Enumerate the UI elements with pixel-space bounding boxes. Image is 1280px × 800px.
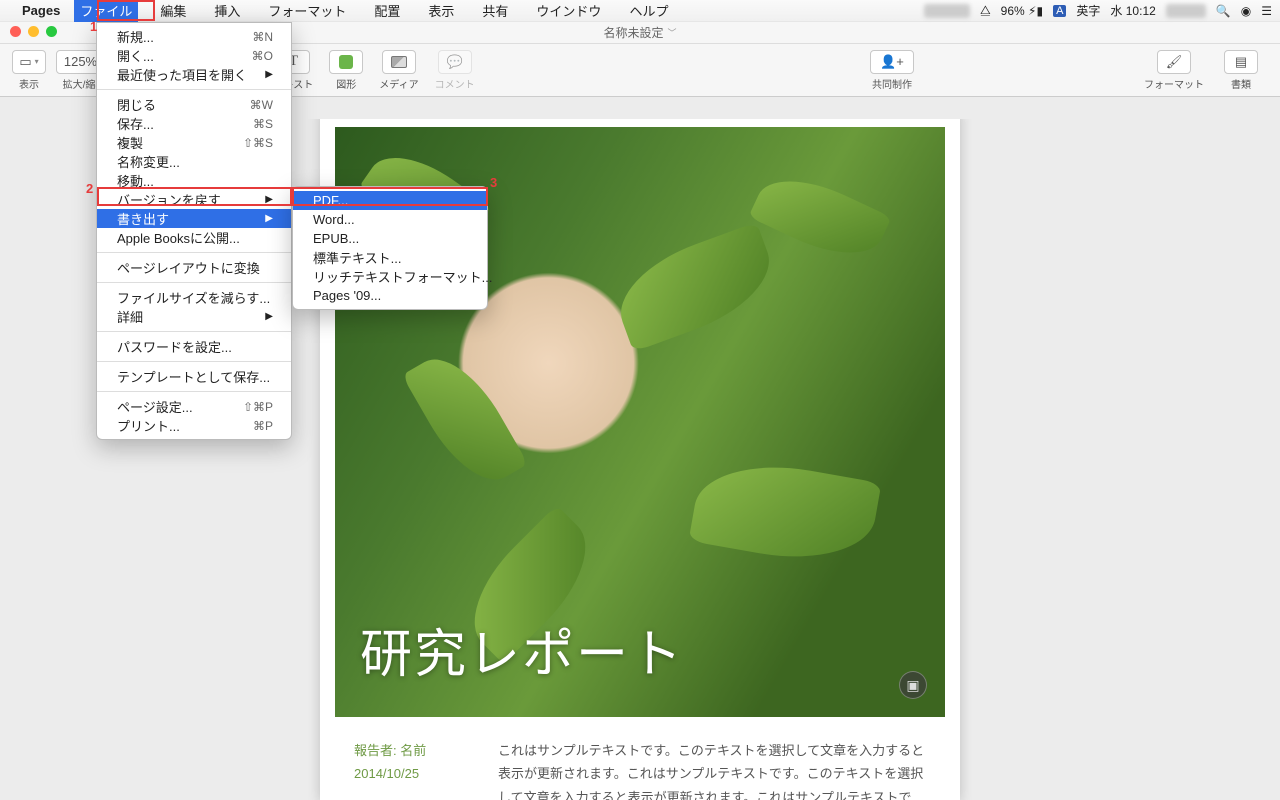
toolbar-media[interactable]: メディア — [379, 50, 418, 91]
menu-edit[interactable]: 編集 — [154, 0, 192, 22]
view-icon: ▭ — [19, 54, 31, 70]
submenu-item-pdf[interactable]: PDF... — [293, 191, 487, 210]
menu-item-publish[interactable]: Apple Booksに公開... — [97, 228, 291, 247]
toolbar-comment: 💬コメント — [435, 50, 475, 91]
menu-item-move[interactable]: 移動... — [97, 171, 291, 190]
menu-item-revert[interactable]: バージョンを戻す▶ — [97, 190, 291, 209]
image-placeholder-icon[interactable]: ▣ — [899, 671, 927, 699]
body-text[interactable]: これはサンプルテキストです。このテキストを選択して文章を入力すると表示が更新され… — [498, 739, 926, 800]
menu-format[interactable]: フォーマット — [262, 0, 352, 22]
export-submenu: PDF... Word... EPUB... 標準テキスト... リッチテキスト… — [292, 186, 488, 310]
menu-item-recent[interactable]: 最近使った項目を開く▶ — [97, 65, 291, 84]
wifi-icon[interactable]: ⧋ — [980, 3, 991, 18]
menu-item-password[interactable]: パスワードを設定... — [97, 337, 291, 356]
menu-item-pagesetup[interactable]: ページ設定...⇧⌘P — [97, 397, 291, 416]
submenu-item-word[interactable]: Word... — [293, 210, 487, 229]
toolbar-format[interactable]: 🖌フォーマット — [1144, 50, 1204, 91]
close-window-button[interactable] — [10, 26, 21, 37]
toolbar-shape[interactable]: 図形 — [329, 50, 363, 91]
menu-help[interactable]: ヘルプ — [623, 0, 674, 22]
menu-share[interactable]: 共有 — [476, 0, 514, 22]
submenu-item-plain[interactable]: 標準テキスト... — [293, 248, 487, 267]
menu-item-close[interactable]: 閉じる⌘W — [97, 95, 291, 114]
menu-arrange[interactable]: 配置 — [368, 0, 406, 22]
battery-status: 96% ⚡︎▮ — [1001, 4, 1043, 18]
menu-item-print[interactable]: プリント...⌘P — [97, 416, 291, 435]
document-date[interactable]: 2014/10/25 — [354, 762, 454, 785]
toolbar-collaborate[interactable]: 👤+共同制作 — [870, 50, 914, 91]
menu-item-open[interactable]: 開く...⌘O — [97, 46, 291, 65]
hero-title[interactable]: 研究レポート — [360, 612, 684, 687]
menu-insert[interactable]: 挿入 — [208, 0, 246, 22]
menu-item-advanced[interactable]: 詳細▶ — [97, 307, 291, 326]
minimize-window-button[interactable] — [28, 26, 39, 37]
annotation-number-1: 1 — [90, 19, 97, 34]
spotlight-icon[interactable]: 🔍 — [1216, 4, 1231, 18]
submenu-item-pages09[interactable]: Pages '09... — [293, 286, 487, 305]
status-blurred — [924, 4, 970, 18]
menu-window[interactable]: ウインドウ — [530, 0, 607, 22]
media-icon — [391, 56, 407, 68]
window-title[interactable]: 名称未設定 — [603, 24, 663, 41]
menu-item-save[interactable]: 保存...⌘S — [97, 114, 291, 133]
menu-item-new[interactable]: 新規...⌘N — [97, 27, 291, 46]
ime-badge[interactable]: A — [1053, 5, 1066, 17]
author-label[interactable]: 報告者: 名前 — [354, 739, 454, 762]
title-chevron-icon[interactable]: ﹀ — [668, 26, 677, 39]
clock[interactable]: 水 10:12 — [1110, 2, 1155, 19]
menu-item-duplicate[interactable]: 複製⇧⌘S — [97, 133, 291, 152]
menu-item-savetemplate[interactable]: テンプレートとして保存... — [97, 367, 291, 386]
menu-file[interactable]: ファイル — [74, 0, 138, 22]
annotation-number-3: 3 — [490, 175, 497, 190]
ime-label: 英字 — [1076, 2, 1100, 19]
annotation-number-2: 2 — [86, 181, 93, 196]
shape-icon — [339, 55, 353, 69]
menu-item-pagelayout[interactable]: ページレイアウトに変換 — [97, 258, 291, 277]
app-name[interactable]: Pages — [22, 3, 60, 18]
zoom-window-button[interactable] — [46, 26, 57, 37]
toolbar-view[interactable]: ▭▾ 表示 — [12, 50, 46, 91]
menu-item-reduce[interactable]: ファイルサイズを減らす... — [97, 288, 291, 307]
submenu-item-epub[interactable]: EPUB... — [293, 229, 487, 248]
menu-view[interactable]: 表示 — [422, 0, 460, 22]
status-blurred-2 — [1166, 4, 1206, 18]
toolbar-document[interactable]: ▤書類 — [1224, 50, 1258, 91]
menu-item-rename[interactable]: 名称変更... — [97, 152, 291, 171]
macos-menubar: Pages ファイル 編集 挿入 フォーマット 配置 表示 共有 ウインドウ ヘ… — [0, 0, 1280, 22]
file-menu-dropdown: 新規...⌘N 開く...⌘O 最近使った項目を開く▶ 閉じる⌘W 保存...⌘… — [96, 22, 292, 440]
submenu-item-rtf[interactable]: リッチテキストフォーマット... — [293, 267, 487, 286]
siri-icon[interactable]: ◉ — [1241, 4, 1251, 18]
menu-item-export[interactable]: 書き出す▶ — [97, 209, 291, 228]
traffic-lights — [10, 26, 57, 37]
notification-center-icon[interactable]: ☰ — [1261, 4, 1272, 18]
